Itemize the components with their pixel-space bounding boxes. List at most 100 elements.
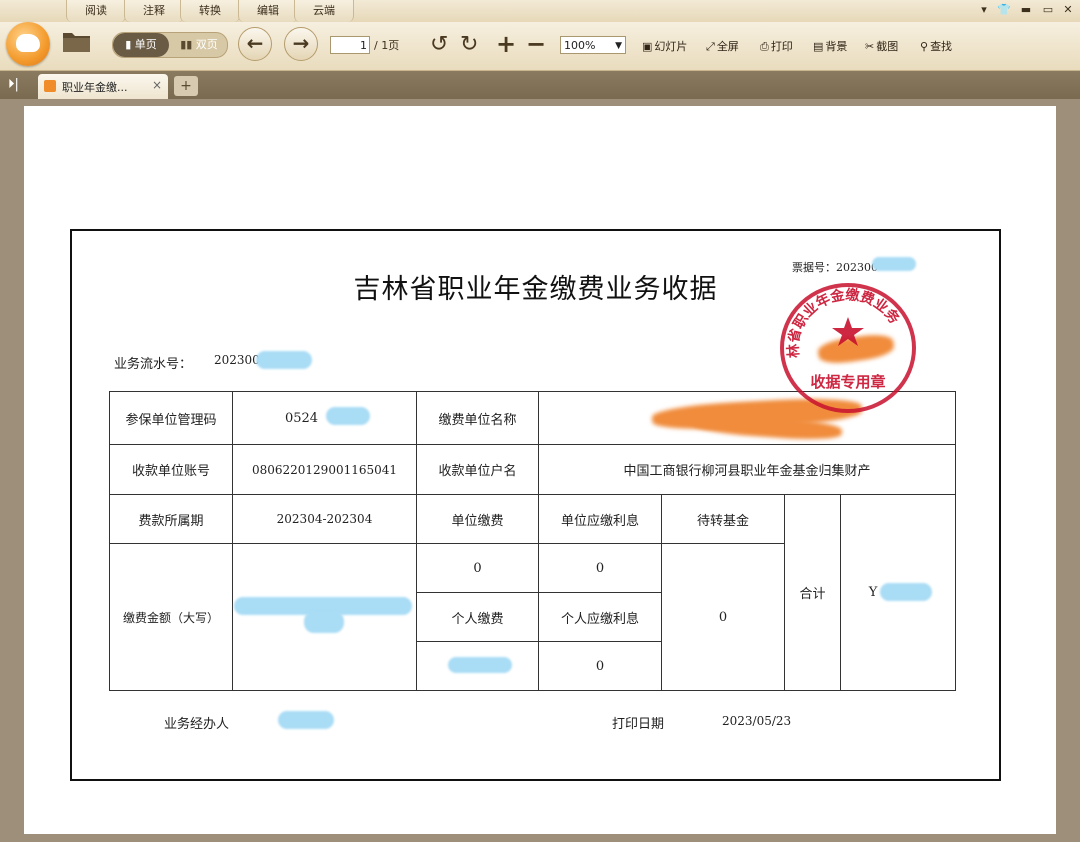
dropdown-icon[interactable]: ▾ [976,2,992,18]
redaction-mark [448,657,512,673]
table-cell: 缴费单位名称 [416,391,539,445]
zoom-out-icon[interactable]: − [526,30,546,58]
insured-unit-code: 0524 [284,410,319,426]
background-label: 背景 [825,40,848,53]
minimize-icon[interactable]: ▬ [1018,2,1034,18]
document-page: 吉林省职业年金缴费业务收据 票据号：202300 业务流水号： 202300 参… [24,106,1056,834]
table-cell: 待转基金 [661,494,785,544]
official-seal-icon: 林省职业年金缴费业务 收据专用章 [780,283,916,413]
serial-number-value: 202300 [214,353,260,367]
close-tab-icon[interactable]: × [152,78,162,92]
redaction-mark [278,711,334,729]
table-cell: 个人应缴利息 [538,592,662,642]
print-date-label: 打印日期 [612,717,665,732]
single-page-button[interactable]: ▮ 单页 [113,33,169,57]
chevron-down-icon: ▼ [615,41,622,51]
document-tab-bar: ⏵| 职业年金缴... × + [0,71,1080,99]
rotate-right-icon[interactable]: ↻ [460,32,478,57]
table-cell: 0 [538,641,662,691]
table-cell: 中国工商银行柳河县职业年金基金归集财产 [538,444,956,495]
table-cell: 合计 [784,494,841,691]
double-page-label: 双页 [195,38,218,51]
menu-tab-edit[interactable]: 编辑 [238,0,298,22]
redaction-mark [880,583,932,601]
menu-tab-cloud[interactable]: 云端 [294,0,354,22]
redaction-mark [304,611,344,633]
menu-tab-read[interactable]: 阅读 [66,0,126,22]
page-total: / 1页 [374,39,400,52]
sidebar-toggle-icon[interactable]: ⏵| [8,77,19,92]
arrow-right-icon: → [292,31,310,55]
new-tab-button[interactable]: + [174,76,198,96]
slideshow-label: 幻灯片 [654,40,688,53]
print-date: 2023/05/23 [722,714,792,728]
redaction-mark [326,407,370,425]
tab-document-title: 职业年金缴... [62,81,128,94]
table-cell: 缴费金额（大写） [109,543,233,691]
table-cell: 收款单位户名 [416,444,539,495]
total-value: Y [868,585,878,600]
menu-tab-annotate[interactable]: 注释 [124,0,184,22]
page-view-toggle: ▮ 单页 ▮▮ 双页 [112,32,228,58]
maximize-icon[interactable]: ▭ [1040,2,1056,18]
zoom-select[interactable]: 100% ▼ [560,36,626,54]
search-button[interactable]: ⚲ 查找 [920,38,952,54]
table-cell: 0 [661,543,785,691]
table-cell: 0 [538,543,662,593]
next-page-button[interactable]: → [284,27,318,61]
toolbar: ▮ 单页 ▮▮ 双页 ← → 1 / 1页 ↺ ↻ + − 100% ▼ ▣ 幻灯… [0,22,1080,71]
menu-tab-convert[interactable]: 转换 [180,0,240,22]
zoom-in-icon[interactable]: + [496,30,516,58]
single-page-icon: ▮ [125,38,132,51]
table-cell: 202304-202304 [232,494,417,544]
background-icon: ▤ [813,40,824,53]
background-button[interactable]: ▤ 背景 [813,38,847,54]
receipt: 吉林省职业年金缴费业务收据 票据号：202300 业务流水号： 202300 参… [70,229,1001,781]
arrow-left-icon: ← [246,31,264,55]
table-cell: 参保单位管理码 [109,391,233,445]
table-cell: 0 [416,543,539,593]
zoom-value: 100% [564,39,596,52]
screenshot-label: 截图 [876,40,899,53]
menu-bar: 阅读 注释 转换 编辑 云端 ▾ 👕 ▬ ▭ ✕ [0,0,1080,22]
table-cell: 费款所属期 [109,494,233,544]
tab-document[interactable]: 职业年金缴... × [38,74,168,99]
rotate-left-icon[interactable]: ↺ [430,32,448,57]
table-cell: 收款单位账号 [109,444,233,495]
stamp-bottom-text: 收据专用章 [810,373,885,391]
skin-icon[interactable]: 👕 [996,2,1012,18]
serial-number-label: 业务流水号： [114,357,193,372]
slideshow-icon: ▣ [642,40,653,53]
table-cell: 0524 [232,391,417,445]
printer-icon: ⎙ [760,40,769,53]
app-logo-icon[interactable] [6,22,50,66]
table-cell: 个人缴费 [416,592,539,642]
pdf-file-icon [44,80,56,92]
print-label: 打印 [770,40,793,53]
table-row: 收款单位账号 0806220129001165041 收款单位户名 中国工商银行… [109,444,956,495]
slideshow-button[interactable]: ▣ 幻灯片 [642,38,687,54]
open-folder-icon[interactable] [62,29,92,59]
table-cell: 0806220129001165041 [232,444,417,495]
fullscreen-label: 全屏 [716,40,739,53]
handler-label: 业务经办人 [164,717,230,732]
close-icon[interactable]: ✕ [1060,2,1076,18]
ticket-number: 票据号：202300 [792,261,878,274]
print-button[interactable]: ⎙ 打印 [760,38,793,54]
screenshot-button[interactable]: ✂ 截图 [865,38,898,54]
table-row: 费款所属期 202304-202304 单位缴费 单位应缴利息 待转基金 合计 … [109,494,956,691]
double-page-button[interactable]: ▮▮ 双页 [171,33,227,57]
search-label: 查找 [930,40,953,53]
table-cell: 单位应缴利息 [538,494,662,544]
redaction-mark [256,351,312,369]
fullscreen-button[interactable]: ⤢ 全屏 [706,38,739,54]
fullscreen-icon: ⤢ [706,40,715,53]
double-page-icon: ▮▮ [180,38,193,51]
previous-page-button[interactable]: ← [238,27,272,61]
page-number-input[interactable]: 1 [330,36,370,54]
search-icon: ⚲ [920,40,929,53]
scissors-icon: ✂ [865,40,875,53]
redaction-mark [872,257,916,271]
single-page-label: 单页 [134,38,157,51]
table-cell: 单位缴费 [416,494,539,544]
